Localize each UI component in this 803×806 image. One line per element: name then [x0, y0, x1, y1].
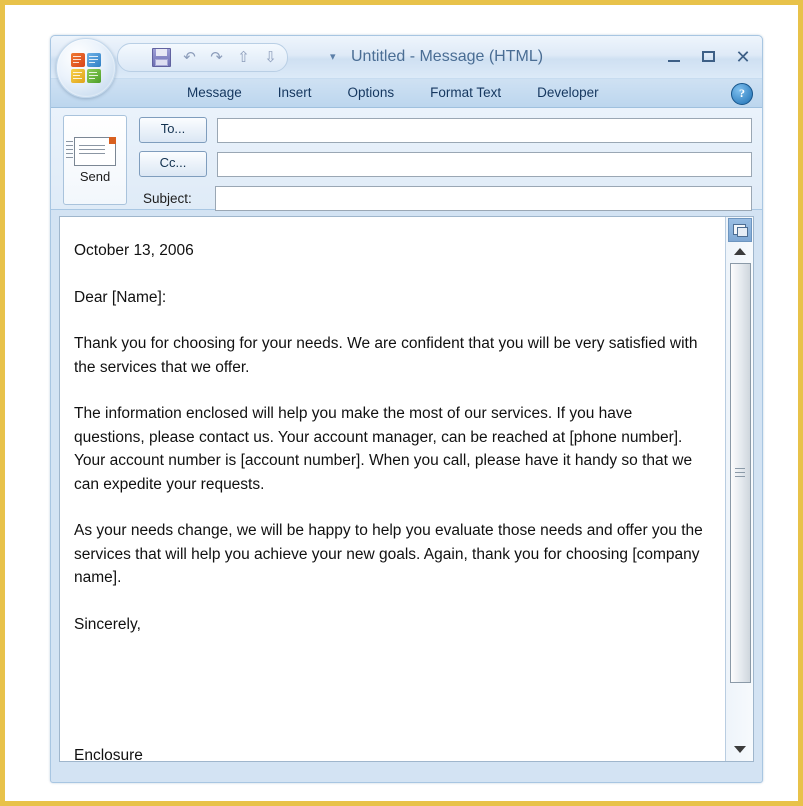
triangle-down-icon [733, 745, 746, 753]
subject-row: Subject: [61, 184, 752, 212]
tab-options[interactable]: Options [330, 79, 413, 107]
redo-icon[interactable]: ↷ [208, 49, 225, 66]
close-button[interactable]: ✕ [734, 48, 752, 66]
tab-developer[interactable]: Developer [519, 79, 617, 107]
office-button[interactable] [56, 38, 116, 98]
body-enclosure: Enclosure [74, 747, 143, 762]
previous-item-icon[interactable]: ⇧ [235, 49, 252, 66]
office-logo-icon [70, 52, 102, 84]
window-controls: ✕ [666, 36, 752, 78]
to-row: To... [61, 116, 752, 144]
tab-insert[interactable]: Insert [260, 79, 330, 107]
cc-row: Cc... [61, 150, 752, 178]
browse-object-page-icon-2 [737, 227, 748, 237]
page-frame: ↶ ↷ ⇧ ⇩ ▾ Untitled - Message (HTML) ✕ Me… [0, 0, 803, 806]
office-logo-quadrant-orange [71, 53, 85, 67]
scroll-up-button[interactable] [729, 243, 750, 259]
message-header-pane: Send To... Cc... Subject: [51, 108, 762, 212]
cc-input[interactable] [217, 151, 752, 177]
message-body-pane[interactable]: October 13, 2006 Dear [Name]: Thank you … [59, 216, 754, 762]
help-icon[interactable]: ? [731, 83, 753, 105]
to-input[interactable] [217, 117, 752, 143]
vertical-scrollbar[interactable] [725, 217, 753, 761]
office-logo-quadrant-green [87, 69, 101, 83]
body-date: October 13, 2006 [74, 242, 194, 259]
message-body-text[interactable]: October 13, 2006 Dear [Name]: Thank you … [60, 217, 725, 761]
select-browse-object-icon[interactable] [728, 218, 752, 242]
tab-message[interactable]: Message [169, 79, 260, 107]
body-paragraph-2: The information enclosed will help you m… [74, 405, 693, 493]
save-icon[interactable] [152, 48, 171, 67]
to-button[interactable]: To... [139, 117, 207, 143]
scrollbar-thumb[interactable] [730, 263, 751, 683]
triangle-up-icon [733, 247, 746, 255]
subject-label: Subject: [143, 190, 192, 206]
body-paragraph-3: As your needs change, we will be happy t… [74, 522, 703, 586]
outlook-message-window: ↶ ↷ ⇧ ⇩ ▾ Untitled - Message (HTML) ✕ Me… [50, 35, 763, 783]
maximize-button[interactable] [700, 48, 718, 66]
scrollbar-grip-icon [735, 468, 745, 478]
ribbon-tab-strip: Message Insert Options Format Text Devel… [51, 78, 762, 108]
title-bar: ↶ ↷ ⇧ ⇩ ▾ Untitled - Message (HTML) ✕ [51, 36, 762, 98]
minimize-button[interactable] [666, 48, 684, 66]
cc-button[interactable]: Cc... [139, 151, 207, 177]
quick-access-toolbar: ↶ ↷ ⇧ ⇩ [117, 43, 288, 72]
office-logo-quadrant-yellow [71, 69, 85, 83]
undo-icon[interactable]: ↶ [181, 49, 198, 66]
scroll-down-button[interactable] [729, 741, 750, 757]
subject-input[interactable] [215, 185, 752, 211]
office-logo-quadrant-blue [87, 53, 101, 67]
body-salutation: Dear [Name]: [74, 288, 167, 306]
body-paragraph-1: Thank you for choosing for your needs. W… [74, 335, 698, 376]
next-item-icon[interactable]: ⇩ [262, 49, 279, 66]
window-title: Untitled - Message (HTML) [351, 48, 544, 65]
customize-qat-chevron-down-icon[interactable]: ▾ [330, 50, 336, 63]
tab-format-text[interactable]: Format Text [412, 79, 519, 107]
body-closing: Sincerely, [74, 615, 141, 633]
